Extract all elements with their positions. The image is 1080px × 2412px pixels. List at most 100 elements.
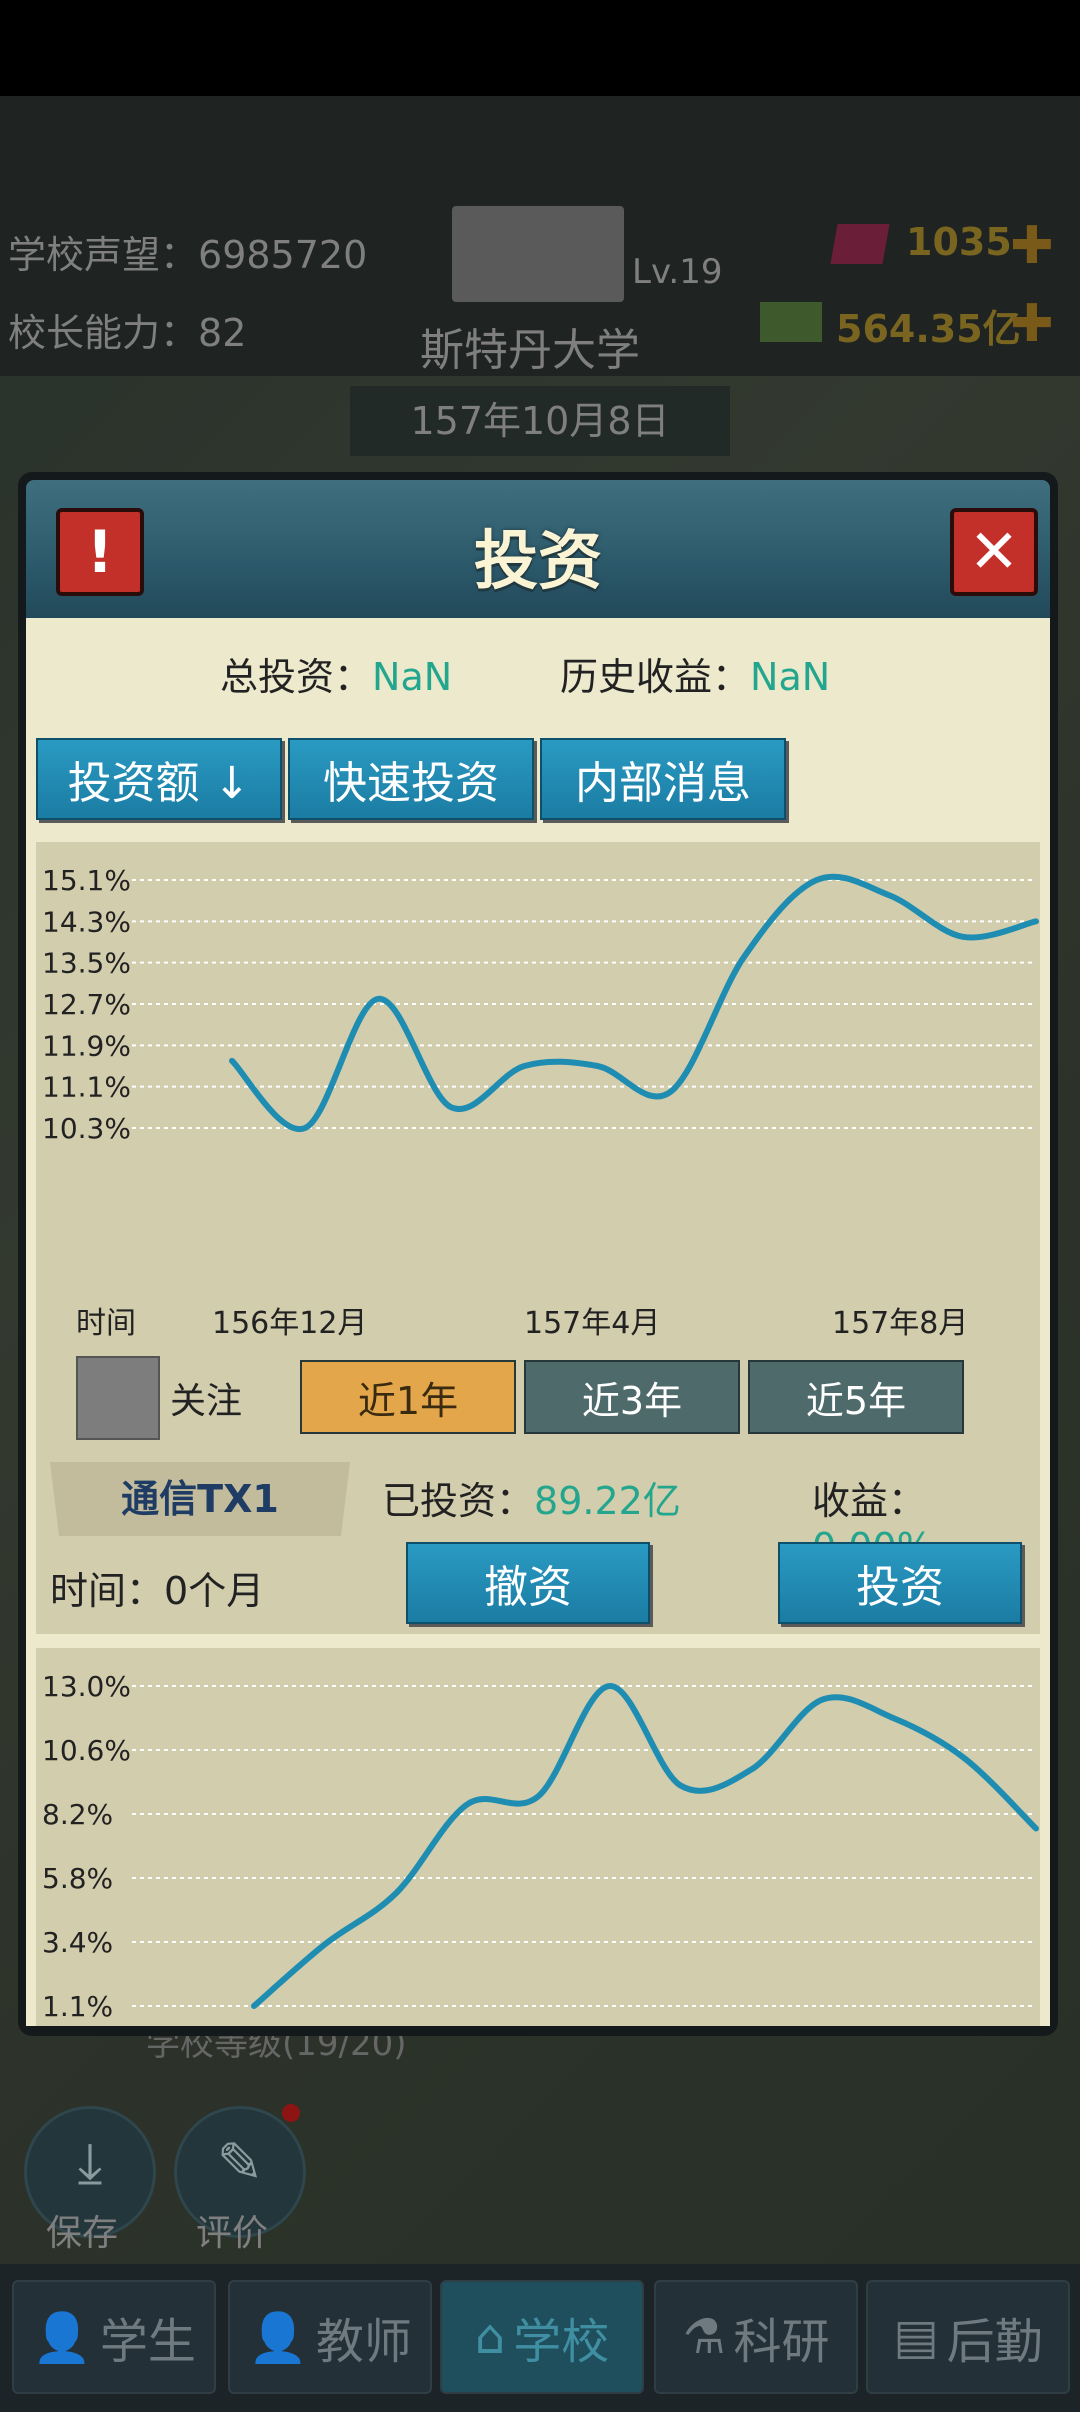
y-tick: 11.1% bbox=[42, 1071, 131, 1104]
teacher-icon: 👤 bbox=[248, 2309, 308, 2366]
date-bar: 157年10月8日 bbox=[350, 386, 730, 456]
data-point bbox=[961, 935, 964, 938]
date-text: 157年10月8日 bbox=[410, 399, 670, 443]
follow-label: 关注 bbox=[170, 1381, 243, 1422]
dialog-title: 投资 bbox=[474, 525, 602, 599]
save-label: 保存 bbox=[46, 2213, 119, 2254]
y-tick: 13.0% bbox=[42, 1670, 131, 1703]
data-point bbox=[537, 1795, 540, 1798]
series-line bbox=[229, 873, 1039, 1132]
quick-invest-button[interactable]: 快速投资 bbox=[288, 738, 534, 820]
data-point bbox=[231, 1059, 233, 1062]
time-value: 0个月 bbox=[164, 1569, 265, 1613]
data-point bbox=[892, 1717, 895, 1720]
reputation: 学校声望：6985720 bbox=[8, 224, 367, 279]
time-label: 时间： bbox=[50, 1569, 165, 1613]
series-line bbox=[251, 1683, 1039, 2009]
tab-school[interactable]: ⌂ 学校 bbox=[440, 2280, 644, 2394]
data-point bbox=[669, 1090, 672, 1093]
stock-name-plate: 通信TX1 bbox=[50, 1462, 350, 1536]
history-profit-value: NaN bbox=[750, 655, 831, 699]
y-tick: 8.2% bbox=[42, 1798, 113, 1831]
data-point bbox=[608, 1685, 611, 1687]
total-investment-value: NaN bbox=[372, 655, 453, 699]
data-point bbox=[1035, 920, 1037, 923]
y-tick: 10.6% bbox=[42, 1734, 131, 1767]
reputation-label: 学校声望： bbox=[8, 233, 199, 277]
school-level: Lv.19 bbox=[632, 252, 723, 292]
data-point bbox=[821, 1698, 824, 1701]
tab-label: 学生 bbox=[99, 2314, 196, 2370]
close-button[interactable]: ✕ bbox=[950, 508, 1038, 596]
range-1-year[interactable]: 近1年 bbox=[300, 1360, 516, 1434]
data-point bbox=[679, 1784, 682, 1787]
y-tick: 10.3% bbox=[42, 1112, 131, 1145]
tab-students[interactable]: 👤 学生 bbox=[12, 2280, 216, 2394]
data-point bbox=[450, 1106, 453, 1109]
invest-button[interactable]: 投资 bbox=[778, 1542, 1022, 1624]
range-3-years[interactable]: 近3年 bbox=[524, 1360, 740, 1434]
tab-logistics[interactable]: ▤ 后勤 bbox=[866, 2280, 1070, 2394]
tab-label: 教师 bbox=[315, 2314, 412, 2370]
insider-news-button[interactable]: 内部消息 bbox=[540, 738, 786, 820]
data-point bbox=[596, 1065, 599, 1067]
ability-value: 82 bbox=[198, 311, 247, 355]
notification-dot bbox=[282, 2104, 300, 2122]
ability: 校长能力：82 bbox=[8, 302, 246, 357]
money-icon bbox=[760, 302, 822, 342]
total-investment-label: 总投资： bbox=[220, 655, 373, 699]
y-tick: 5.8% bbox=[42, 1862, 113, 1895]
data-point bbox=[466, 1803, 469, 1806]
y-tick: 15.1% bbox=[42, 864, 131, 897]
holding-time: 时间：0个月 bbox=[50, 1560, 264, 1615]
tab-teachers[interactable]: 👤 教师 bbox=[228, 2280, 432, 2394]
clipboard-icon: ▤ bbox=[893, 2309, 939, 2365]
y-tick: 13.5% bbox=[42, 947, 131, 980]
data-point bbox=[888, 894, 891, 897]
data-point bbox=[253, 2005, 255, 2007]
follow-checkbox[interactable] bbox=[76, 1356, 160, 1440]
data-point bbox=[750, 1768, 753, 1771]
bottom-tab-bar: 👤 学生 👤 教师 ⌂ 学校 ⚗ 科研 ▤ 后勤 bbox=[0, 2264, 1080, 2412]
data-point bbox=[395, 1892, 398, 1895]
dialog-header: ! 投资 ✕ bbox=[26, 480, 1050, 618]
money-amount: 564.35亿 bbox=[836, 307, 1021, 351]
school-building-icon bbox=[452, 206, 624, 302]
price-chart: 15.1% 14.3% 13.5% 12.7% 11.9% 11.1% 10.3% bbox=[42, 864, 1039, 1145]
flask-icon: ⚗ bbox=[682, 2309, 726, 2365]
data-point bbox=[742, 956, 745, 959]
school-name: 斯特丹大学 bbox=[420, 325, 640, 376]
x-tick: 156年12月 bbox=[212, 1306, 368, 1341]
tab-label: 学校 bbox=[513, 2314, 610, 2370]
invested-value: 89.22亿 bbox=[534, 1479, 681, 1523]
divest-button[interactable]: 撤资 bbox=[406, 1542, 650, 1624]
add-gems-icon[interactable]: ✚ bbox=[1010, 216, 1054, 276]
sort-by-amount-button[interactable]: 投资额 ↓ bbox=[36, 738, 282, 820]
add-money-icon[interactable]: ✚ bbox=[1010, 294, 1054, 354]
stock-card: 15.1% 14.3% 13.5% 12.7% 11.9% 11.1% 10.3% 时间 1… bbox=[36, 842, 1040, 1634]
y-tick: 3.4% bbox=[42, 1926, 113, 1959]
review-label: 评价 bbox=[196, 2213, 269, 2254]
history-profit-label: 历史收益： bbox=[560, 655, 751, 699]
range-selector: 近1年 近3年 近5年 bbox=[300, 1360, 970, 1436]
download-icon: ⤓ bbox=[77, 2131, 103, 2196]
profit-label: 收益： bbox=[812, 1479, 927, 1523]
price-chart: 13.0% 10.6% 8.2% 5.8% 3.4% 1.1% bbox=[42, 1670, 1039, 2023]
x-axis-label: 时间 bbox=[76, 1306, 136, 1341]
student-icon: 👤 bbox=[32, 2309, 92, 2366]
history-profit: 历史收益：NaN bbox=[560, 646, 830, 701]
gem-count: 1035 bbox=[906, 220, 1012, 264]
total-investment: 总投资：NaN bbox=[220, 646, 452, 701]
range-5-years[interactable]: 近5年 bbox=[748, 1360, 964, 1434]
school-status-bar: 学校声望：6985720 校长能力：82 Lv.19 斯特丹大学 1035 ✚ … bbox=[0, 96, 1080, 376]
close-icon: ✕ bbox=[968, 517, 1020, 587]
data-point bbox=[324, 1943, 327, 1946]
data-point bbox=[377, 997, 380, 1000]
data-point bbox=[1035, 1827, 1037, 1830]
pencil-icon: ✎ bbox=[216, 2131, 264, 2196]
tab-research[interactable]: ⚗ 科研 bbox=[654, 2280, 858, 2394]
data-point bbox=[304, 1127, 307, 1129]
x-tick: 157年8月 bbox=[832, 1306, 969, 1341]
data-point bbox=[963, 1757, 966, 1760]
x-tick: 157年4月 bbox=[524, 1306, 661, 1341]
